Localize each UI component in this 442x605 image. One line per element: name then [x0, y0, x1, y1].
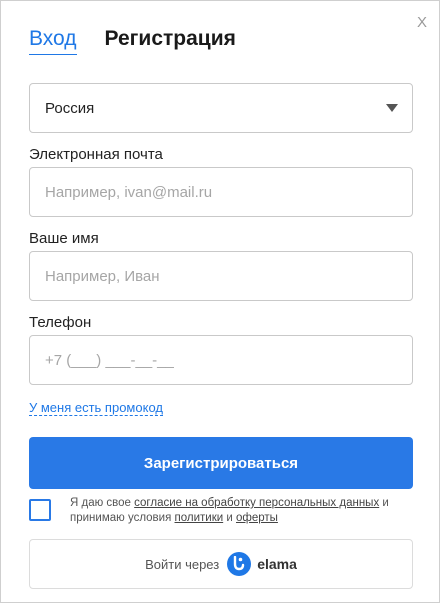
phone-placeholder: +7 (___) ___-__-__ — [45, 351, 174, 369]
promo-code-link[interactable]: У меня есть промокод — [29, 400, 163, 416]
elama-logo-icon — [227, 552, 252, 576]
email-field[interactable]: Например, ivan@mail.ru — [29, 167, 413, 217]
consent-text-part: и — [223, 512, 236, 524]
dropdown-arrow-icon — [386, 104, 398, 112]
phone-field[interactable]: +7 (___) ___-__-__ — [29, 335, 413, 385]
consent-link[interactable]: согласие на обработку персональных данны… — [134, 497, 379, 509]
country-select-value: Россия — [45, 99, 95, 117]
name-label: Ваше имя — [29, 230, 99, 247]
policy-link[interactable]: политики — [175, 512, 224, 524]
consent-text: Я даю свое согласие на обработку персона… — [70, 496, 415, 526]
email-label: Электронная почта — [29, 146, 163, 163]
elama-logo: elama — [227, 552, 297, 576]
phone-label: Телефон — [29, 314, 92, 331]
tab-register[interactable]: Регистрация — [105, 27, 236, 51]
tab-login[interactable]: Вход — [29, 27, 77, 55]
country-select[interactable]: Россия — [29, 83, 413, 133]
elama-brand-name: elama — [257, 556, 297, 572]
login-via-elama-button[interactable]: Войти через elama — [29, 539, 413, 589]
register-button[interactable]: Зарегистрироваться — [29, 437, 413, 489]
name-placeholder: Например, Иван — [45, 267, 160, 285]
name-field[interactable]: Например, Иван — [29, 251, 413, 301]
auth-tabs: Вход Регистрация — [29, 27, 236, 55]
registration-modal: X Вход Регистрация Россия Электронная по… — [0, 0, 440, 603]
offer-link[interactable]: оферты — [236, 512, 278, 524]
email-placeholder: Например, ivan@mail.ru — [45, 183, 213, 201]
close-button[interactable]: X — [417, 15, 427, 30]
consent-text-part: Я даю свое — [70, 497, 135, 509]
consent-checkbox[interactable] — [29, 499, 51, 521]
elama-button-label: Войти через — [145, 556, 220, 572]
